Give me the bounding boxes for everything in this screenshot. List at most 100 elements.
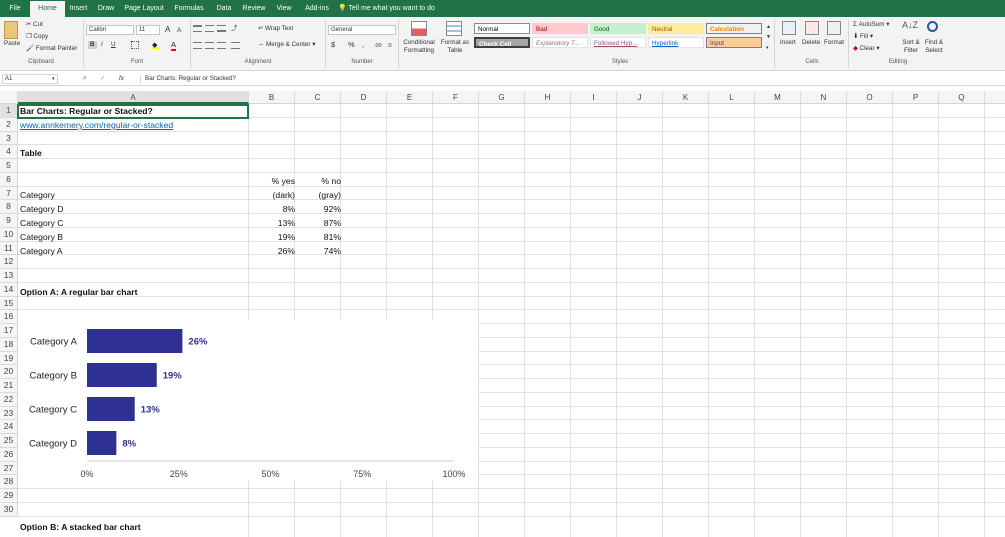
search-icon[interactable] [927, 21, 938, 32]
insert-cells-icon[interactable] [782, 21, 796, 35]
column-header-a[interactable]: A [18, 91, 249, 104]
row-header-10[interactable]: 10 [0, 227, 18, 242]
row-header-19[interactable]: 19 [0, 351, 18, 366]
conditional-formatting-button[interactable]: Conditional Formatting [400, 39, 438, 55]
bold-button[interactable]: B [88, 41, 97, 49]
align-middle-icon[interactable] [205, 25, 214, 32]
italic-button[interactable]: I [101, 41, 103, 49]
cell-a13[interactable]: Option A: A regular bar chart [20, 286, 137, 299]
font-name-dropdown[interactable]: Calibri [86, 25, 134, 35]
cell-b10[interactable]: 26% [249, 245, 295, 258]
format-painter-button[interactable]: 🖌 Format Painter [26, 45, 77, 53]
row-header-7[interactable]: 7 [0, 186, 18, 201]
bar-chart[interactable]: Category A 26% Category B 19% Category C 13% C… [18, 320, 478, 480]
column-header-d[interactable]: D [341, 91, 387, 104]
format-cells-icon[interactable] [827, 21, 841, 35]
row-header-25[interactable]: 25 [0, 434, 18, 448]
tab-insert[interactable]: Insert [65, 0, 92, 17]
delete-button[interactable]: Delete [802, 39, 820, 47]
tab-file[interactable]: File [0, 0, 30, 17]
currency-button[interactable]: $ [331, 41, 335, 49]
column-header-b[interactable]: B [249, 91, 295, 104]
cell-a10[interactable]: Category A [20, 245, 63, 258]
cancel-icon[interactable]: ✕ [82, 75, 87, 83]
tab-data[interactable]: Data [210, 0, 238, 17]
tab-formulas[interactable]: Formulas [168, 0, 210, 17]
row-header-14[interactable]: 14 [0, 282, 18, 297]
align-right-icon[interactable] [217, 42, 226, 49]
cell-b5[interactable]: % yes [249, 175, 295, 188]
cell-b7[interactable]: 8% [249, 203, 295, 216]
row-header-8[interactable]: 8 [0, 200, 18, 214]
sort-filter-button[interactable]: Sort & Filter [898, 39, 924, 55]
formula-input[interactable]: Bar Charts: Regular or Stacked? [140, 75, 1000, 83]
cut-button[interactable]: ✂ Cut [26, 21, 43, 29]
row-header-21[interactable]: 21 [0, 379, 18, 393]
align-bottom-icon[interactable] [217, 25, 226, 32]
cell-c8[interactable]: 87% [295, 217, 341, 230]
name-box[interactable]: A1 [2, 74, 58, 84]
row-header-9[interactable]: 9 [0, 214, 18, 228]
column-header-c[interactable]: C [295, 91, 341, 104]
cell-b8[interactable]: 13% [249, 217, 295, 230]
styles-scroll-down[interactable]: ▼ [766, 33, 771, 41]
delete-cells-icon[interactable] [805, 21, 819, 35]
cell-b6[interactable]: (dark) [249, 189, 295, 202]
column-header-i[interactable]: I [571, 91, 617, 104]
row-header-26[interactable]: 26 [0, 447, 18, 462]
font-size-dropdown[interactable]: 11 [136, 25, 160, 35]
column-header-e[interactable]: E [387, 91, 433, 104]
format-button[interactable]: Format [824, 39, 844, 47]
orientation-button[interactable]: ⤴ [231, 25, 237, 33]
row-header-1[interactable]: 1 [0, 104, 18, 118]
styles-more[interactable]: ▾ [766, 44, 769, 52]
row-header-16[interactable]: 16 [0, 310, 18, 324]
format-as-table-button[interactable]: Format as Table [439, 39, 471, 55]
active-cell-a1[interactable] [17, 104, 249, 119]
conditional-formatting-icon[interactable] [411, 21, 427, 36]
styles-scroll-up[interactable]: ▲ [766, 23, 771, 31]
align-center-icon[interactable] [205, 42, 214, 49]
column-header-k[interactable]: K [663, 91, 709, 104]
align-left-icon[interactable] [193, 42, 202, 49]
row-header-3[interactable]: 3 [0, 131, 18, 146]
cell-a30[interactable]: Option B: A stacked bar chart [20, 521, 141, 534]
tell-me-search[interactable]: 💡 Tell me what you want to do [338, 0, 448, 17]
cell-style-followed-hyp[interactable]: Followed Hyp... [590, 37, 646, 48]
cell-a7[interactable]: Category D [20, 203, 63, 216]
row-header-24[interactable]: 24 [0, 420, 18, 434]
cell-a6[interactable]: Category [20, 189, 55, 202]
row-header-18[interactable]: 18 [0, 337, 18, 352]
tab-page-layout[interactable]: Page Layout [120, 0, 168, 17]
column-header-f[interactable]: F [433, 91, 479, 104]
clear-button[interactable]: ◆ Clear ▾ [853, 45, 880, 53]
column-header-j[interactable]: J [617, 91, 663, 104]
percent-button[interactable]: % [348, 41, 355, 49]
cell-style-explanatory-t[interactable]: Explanatory T... [532, 37, 588, 48]
align-top-icon[interactable] [193, 25, 202, 32]
cell-c9[interactable]: 81% [295, 231, 341, 244]
tab-add-ins[interactable]: Add-ins [298, 0, 336, 17]
font-color-button[interactable]: A [171, 41, 177, 51]
merge-center-button[interactable]: ⇔ Merge & Center ▾ [258, 41, 315, 49]
column-header-n[interactable]: N [801, 91, 847, 104]
cell-style-bad[interactable]: Bad [532, 23, 588, 34]
row-header-23[interactable]: 23 [0, 406, 18, 421]
cell-style-good[interactable]: Good [590, 23, 646, 34]
row-header-28[interactable]: 28 [0, 475, 18, 489]
row-header-2[interactable]: 2 [0, 117, 18, 132]
row-header-5[interactable]: 5 [0, 159, 18, 173]
row-header-12[interactable]: 12 [0, 255, 18, 269]
name-box-dropdown-icon[interactable]: ▾ [52, 75, 55, 83]
row-header-22[interactable]: 22 [0, 392, 18, 407]
number-format-dropdown[interactable]: General [328, 25, 396, 35]
row-header-20[interactable]: 20 [0, 365, 18, 379]
cell-c5[interactable]: % no [295, 175, 341, 188]
row-header-13[interactable]: 13 [0, 269, 18, 283]
decimal-decrease-button[interactable]: .0 [387, 42, 392, 50]
cell-style-neutral[interactable]: Neutral [648, 23, 704, 34]
shrink-font-button[interactable]: A [177, 27, 181, 35]
column-header-l[interactable]: L [709, 91, 755, 104]
cell-c10[interactable]: 74% [295, 245, 341, 258]
column-header-q[interactable]: Q [939, 91, 985, 104]
